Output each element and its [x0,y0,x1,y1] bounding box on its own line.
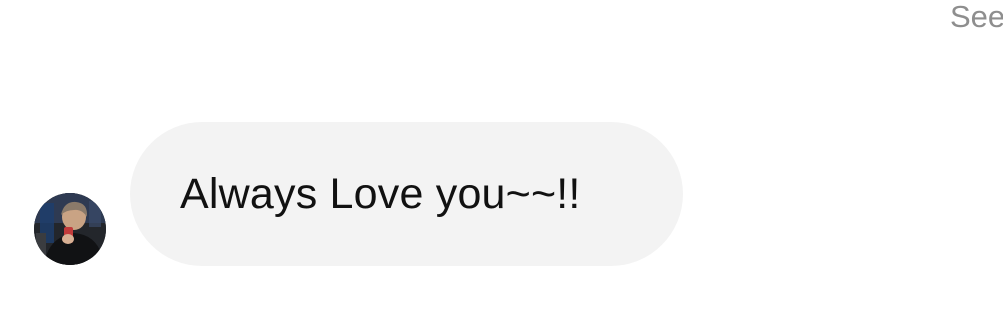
message-bubble[interactable]: Always Love you~~!! [130,122,683,266]
message-text: Always Love you~~!! [180,169,581,218]
avatar[interactable] [34,193,106,265]
avatar-photo-icon [34,193,106,265]
message-row: Always Love you~~!! [34,122,684,266]
seen-status: Seen [950,0,1003,34]
